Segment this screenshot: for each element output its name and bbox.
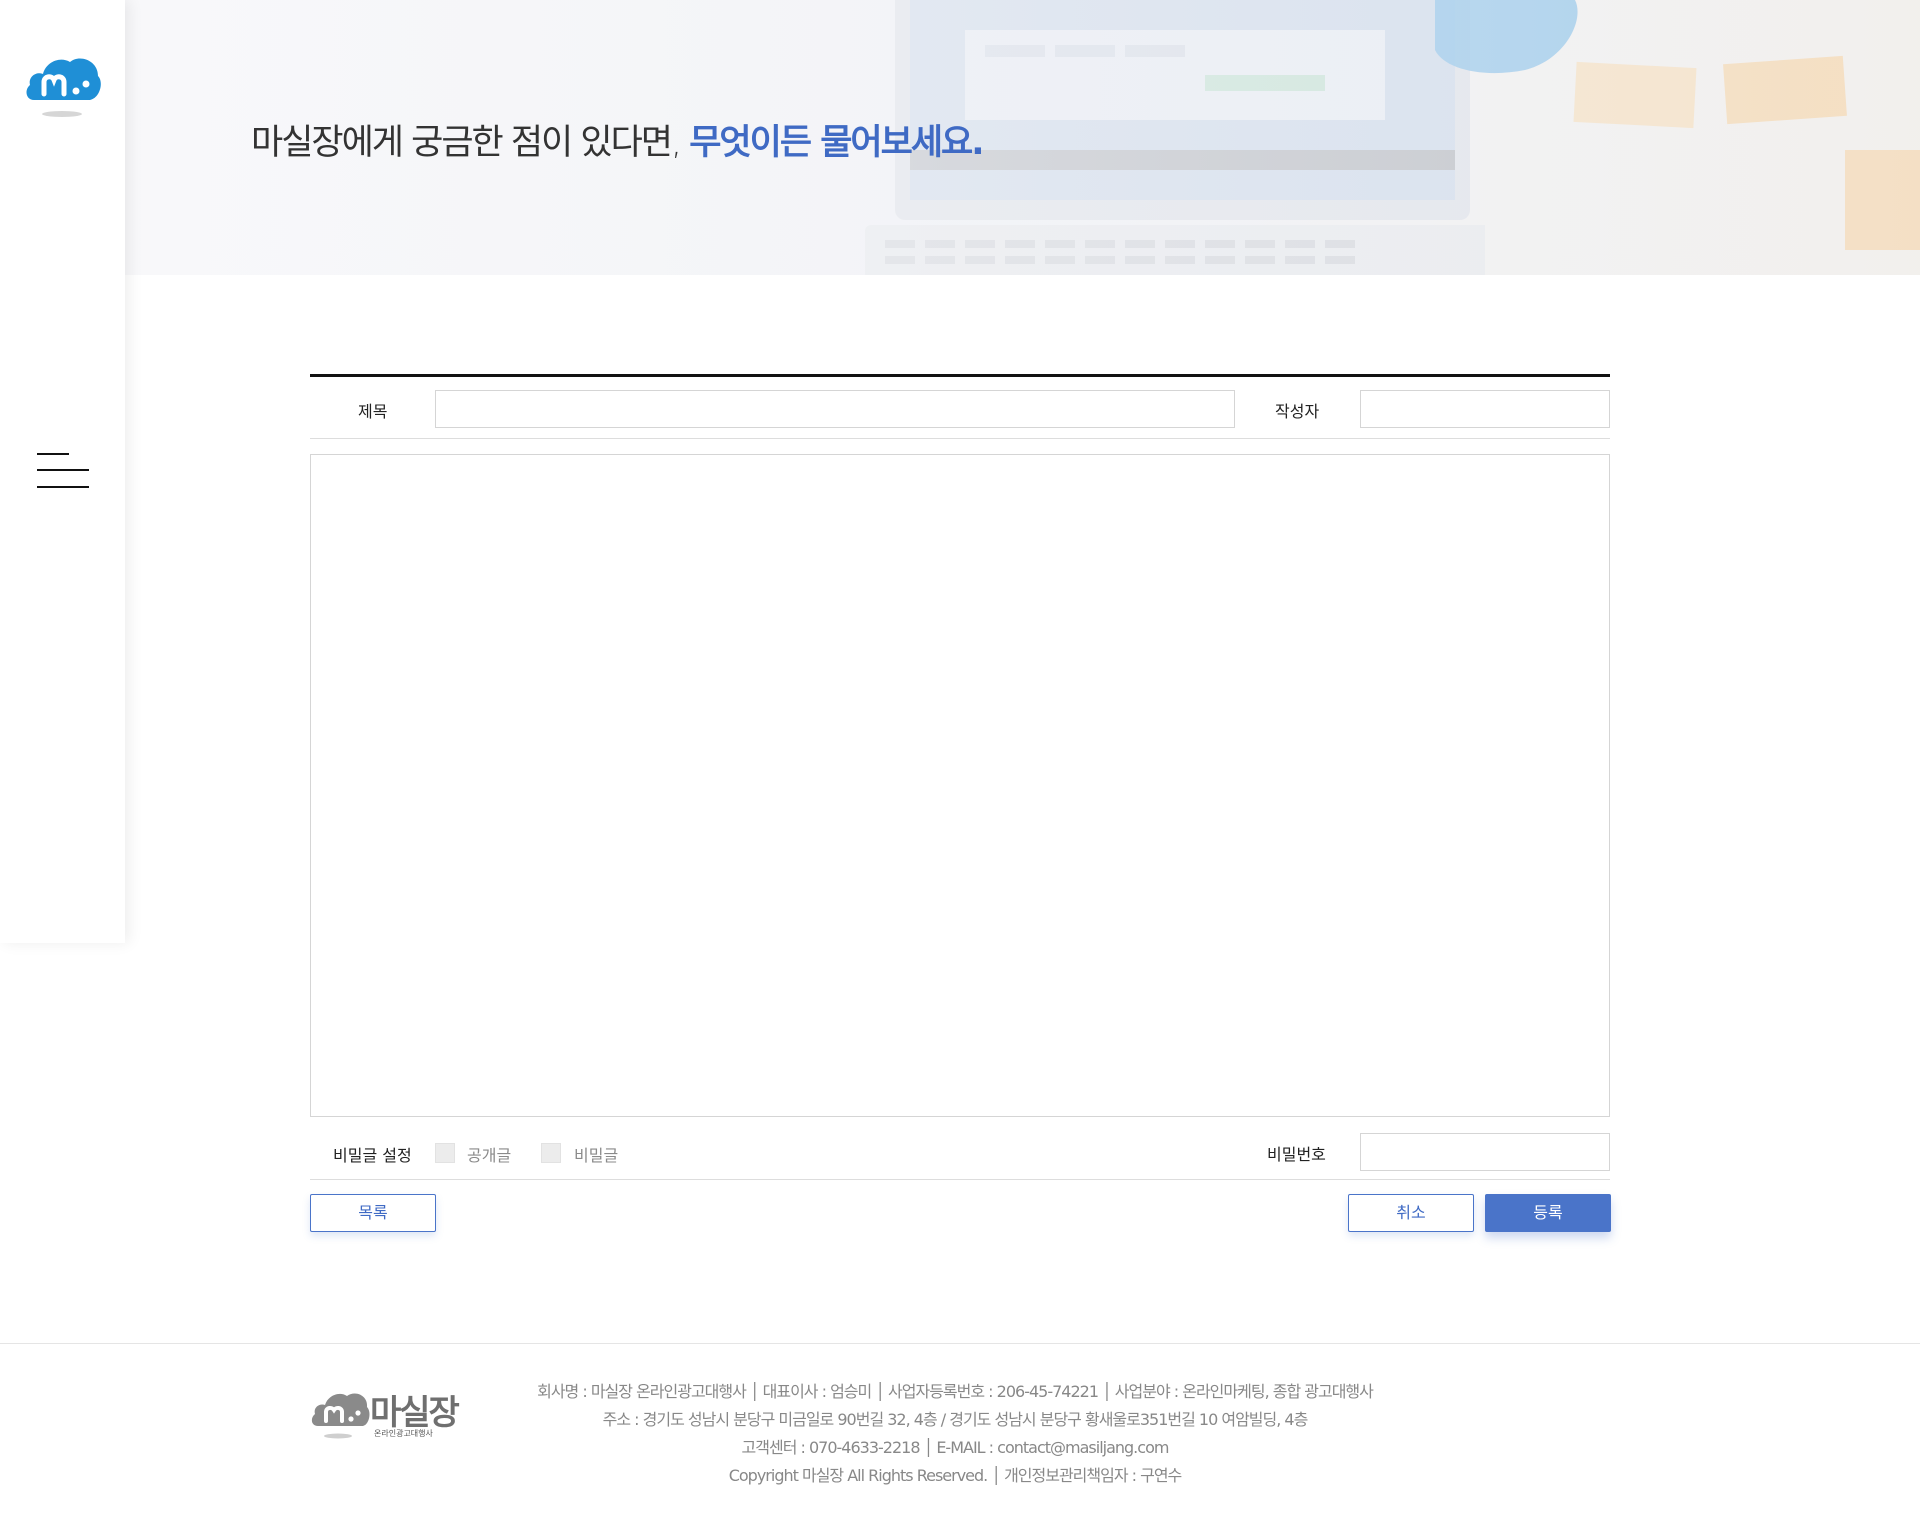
footer-logo: 마실장 온라인광고대행사: [310, 1382, 475, 1442]
footer-copyright-line: Copyright 마실장 All Rights Reserved. │ 개인정…: [728, 1466, 1183, 1485]
footer-cloud-logo-icon: 마실장 온라인광고대행사: [311, 1393, 462, 1439]
title-row: 제목 작성자: [310, 377, 1610, 439]
author-label: 작성자: [1275, 402, 1320, 421]
password-label: 비밀번호: [1267, 1145, 1326, 1164]
hero-title-prefix: 마실장에게 궁금한 점이 있다면,: [251, 123, 690, 163]
password-input[interactable]: [1360, 1133, 1610, 1171]
cloud-m-logo-icon[interactable]: [24, 48, 102, 120]
title-input[interactable]: [435, 390, 1235, 428]
footer-contact-line: 고객센터 : 070-4633-2218 │ E-MAIL : contact@…: [741, 1438, 1170, 1457]
secret-option-label[interactable]: 비밀글: [574, 1142, 618, 1166]
sidebar: [0, 0, 125, 943]
footer-address-line: 주소 : 경기도 성남시 분당구 미금일로 90번길 32, 4층 / 경기도 …: [602, 1410, 1309, 1429]
public-option-label[interactable]: 공개글: [467, 1142, 511, 1166]
content-textarea[interactable]: [310, 454, 1610, 1117]
public-checkbox[interactable]: [435, 1143, 455, 1163]
menu-line: [37, 453, 69, 455]
secret-setting-label: 비밀글 설정: [333, 1146, 412, 1165]
hamburger-menu-icon[interactable]: [37, 453, 89, 489]
footer-logo-subtext: 온라인광고대행사: [374, 1428, 434, 1438]
secret-row: 비밀글 설정 공개글 비밀글 비밀번호: [310, 1126, 1610, 1180]
title-label: 제목: [358, 402, 388, 421]
cancel-button[interactable]: 취소: [1348, 1194, 1474, 1232]
footer-company-line: 회사명 : 마실장 온라인광고대행사 │ 대표이사 : 엄승미 │ 사업자등록번…: [537, 1382, 1374, 1401]
hero-banner: 마실장에게 궁금한 점이 있다면, 무엇이든 물어보세요.: [125, 0, 1920, 275]
secret-checkbox[interactable]: [541, 1143, 561, 1163]
hero-title-accent: 무엇이든 물어보세요.: [689, 123, 984, 163]
footer-info: 회사명 : 마실장 온라인광고대행사 │ 대표이사 : 엄승미 │ 사업자등록번…: [500, 1378, 1410, 1490]
submit-button[interactable]: 등록: [1485, 1194, 1611, 1232]
menu-line: [37, 486, 89, 488]
hero-title: 마실장에게 궁금한 점이 있다면, 무엇이든 물어보세요.: [251, 114, 985, 165]
footer-logo-wordmark: 마실장: [370, 1393, 460, 1433]
footer: 마실장 온라인광고대행사 회사명 : 마실장 온라인광고대행사 │ 대표이사 :…: [0, 1343, 1920, 1518]
list-button[interactable]: 목록: [310, 1194, 436, 1232]
author-input[interactable]: [1360, 390, 1610, 428]
menu-line: [37, 469, 89, 471]
